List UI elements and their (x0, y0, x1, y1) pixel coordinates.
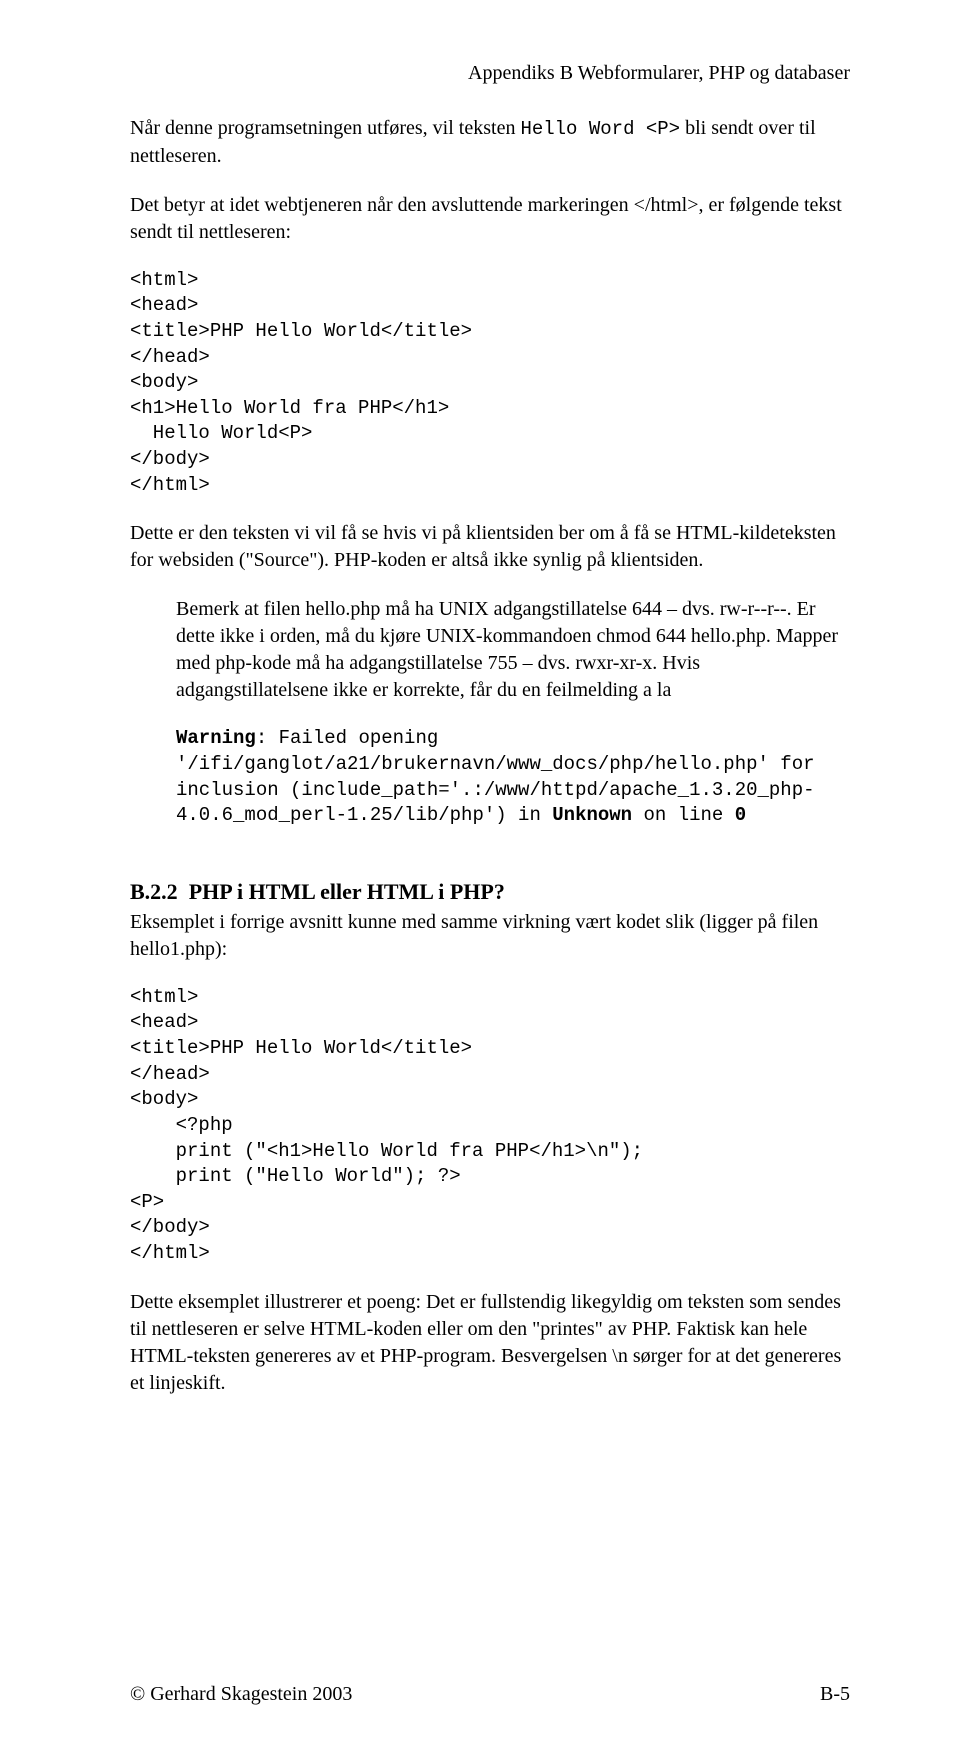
paragraph-2: Det betyr at idet webtjeneren når den av… (130, 192, 850, 246)
paragraph-3: Dette er den teksten vi vil få se hvis v… (130, 520, 850, 574)
section-heading: B.2.2 PHP i HTML eller HTML i PHP? (130, 877, 850, 907)
section-title: PHP i HTML eller HTML i PHP? (189, 879, 505, 904)
paragraph-1: Når denne programsetningen utføres, vil … (130, 115, 850, 170)
warning-line-4: 4.0.6_mod_perl-1.25/lib/php') in Unknown… (176, 803, 850, 829)
paragraph-4: Eksemplet i forrige avsnitt kunne med sa… (130, 909, 850, 963)
spacer (130, 851, 850, 869)
warning-line-2: '/ifi/ganglot/a21/brukernavn/www_docs/ph… (176, 752, 850, 778)
footer-right: B-5 (820, 1681, 850, 1708)
section-number: B.2.2 (130, 879, 178, 904)
warning-bold-2: Unknown (552, 804, 632, 826)
warning-block: Warning: Failed opening '/ifi/ganglot/a2… (176, 726, 850, 829)
warning-line-1: Warning: Failed opening (176, 726, 850, 752)
paragraph-5: Dette eksemplet illustrerer et poeng: De… (130, 1289, 850, 1397)
indented-section: Bemerk at filen hello.php må ha UNIX adg… (176, 596, 850, 829)
warning-bold-3: 0 (735, 804, 746, 826)
warning-line-3: inclusion (include_path='.:/www/httpd/ap… (176, 778, 850, 804)
warning-line-1b: : Failed opening (256, 727, 438, 749)
code-block-1: <html> <head> <title>PHP Hello World</ti… (130, 268, 850, 499)
para1-inline-code: Hello Word <P> (520, 118, 680, 140)
warning-line-4b: on line (632, 804, 735, 826)
page-footer: © Gerhard Skagestein 2003 B-5 (130, 1681, 850, 1708)
footer-left: © Gerhard Skagestein 2003 (130, 1681, 352, 1708)
code-block-2: <html> <head> <title>PHP Hello World</ti… (130, 985, 850, 1267)
indent-paragraph-1: Bemerk at filen hello.php må ha UNIX adg… (176, 596, 850, 704)
page-header-right: Appendiks B Webformularer, PHP og databa… (130, 60, 850, 87)
warning-bold-1: Warning (176, 727, 256, 749)
para1-text-a: Når denne programsetningen utføres, vil … (130, 117, 520, 139)
warning-line-4a: 4.0.6_mod_perl-1.25/lib/php') in (176, 804, 552, 826)
